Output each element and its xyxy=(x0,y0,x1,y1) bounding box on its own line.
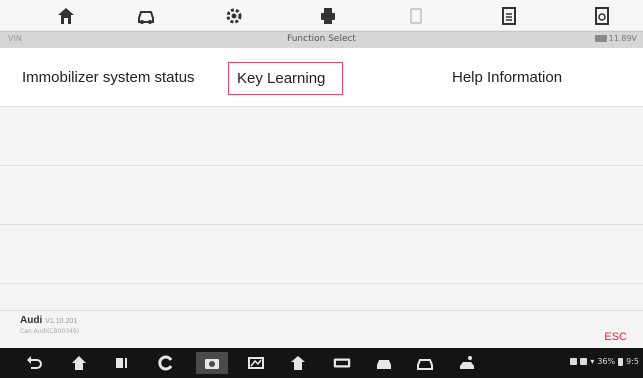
empty-row xyxy=(0,284,643,311)
vci-icon[interactable] xyxy=(330,354,354,372)
car-icon[interactable] xyxy=(415,354,435,372)
footer-bar: Audi V1.10.201 Can Audi(CB00349) ESC xyxy=(0,310,643,348)
refresh-icon[interactable] xyxy=(156,354,176,372)
function-row: Immobilizer system status Key Learning H… xyxy=(0,48,643,107)
battery-voltage: 11.89V xyxy=(594,34,637,43)
software-version: V1.10.201 xyxy=(45,318,78,325)
battery-voltage-value: 11.89V xyxy=(608,34,637,43)
function-immobilizer-status[interactable]: Immobilizer system status xyxy=(22,69,195,86)
sim-icon xyxy=(580,358,588,365)
settings-icon[interactable] xyxy=(222,5,246,27)
back-icon[interactable] xyxy=(24,354,44,372)
vehicle-nav-icon[interactable] xyxy=(374,354,394,372)
home-icon[interactable] xyxy=(54,5,78,27)
clock: 9:5 xyxy=(626,357,639,366)
remote-icon[interactable] xyxy=(457,354,477,372)
notification-icon xyxy=(570,358,578,365)
vehicle-info: Can Audi(CB00349) xyxy=(20,328,80,335)
camera-icon[interactable] xyxy=(196,352,228,374)
system-navbar: ▾ 36% 9:5 xyxy=(0,348,643,378)
recent-apps-icon[interactable] xyxy=(112,354,132,372)
function-list: Immobilizer system status Key Learning H… xyxy=(0,48,643,311)
esc-button[interactable]: ESC xyxy=(604,331,627,343)
brand-name: Audi xyxy=(20,315,43,326)
function-header: VIN Function Select 11.89V xyxy=(0,31,643,48)
battery-percent: 36% xyxy=(597,357,616,366)
status-bar: ▾ 36% 9:5 xyxy=(570,357,639,366)
empty-row xyxy=(0,225,643,284)
help-icon[interactable] xyxy=(404,5,428,27)
home-app-icon[interactable] xyxy=(288,354,308,372)
home-nav-icon[interactable] xyxy=(69,354,89,372)
data-logging-icon[interactable] xyxy=(590,5,614,27)
function-help-information[interactable]: Help Information xyxy=(452,69,562,86)
vehicle-icon[interactable] xyxy=(134,5,158,27)
print-icon[interactable] xyxy=(316,5,340,27)
battery-status-icon xyxy=(618,357,624,366)
battery-icon xyxy=(594,35,607,42)
vehicle-brand: Audi V1.10.201 xyxy=(20,315,77,326)
page-title: Function Select xyxy=(287,34,356,44)
empty-row xyxy=(0,166,643,225)
top-toolbar xyxy=(0,0,643,30)
function-key-learning[interactable]: Key Learning xyxy=(228,62,343,95)
screenshot-icon[interactable] xyxy=(246,354,266,372)
save-icon[interactable] xyxy=(497,5,521,27)
wifi-icon: ▾ xyxy=(590,357,595,366)
empty-row xyxy=(0,107,643,166)
